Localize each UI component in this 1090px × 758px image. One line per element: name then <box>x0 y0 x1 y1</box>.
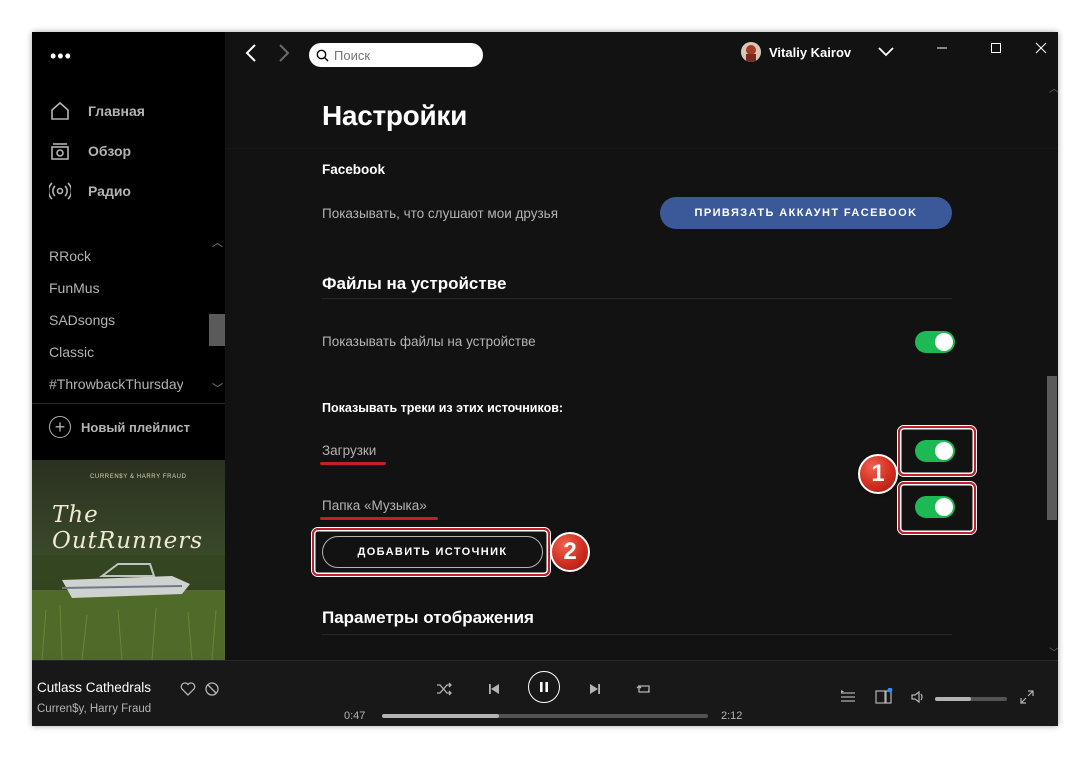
show-local-files-label: Показывать файлы на устройстве <box>322 334 536 349</box>
elapsed-time: 0:47 <box>344 710 366 722</box>
playlist-item[interactable]: SADsongs <box>49 312 189 328</box>
sidebar-item-label: Главная <box>88 103 145 119</box>
app-window: ••• Главная Обзор Радио ︿ RRock FunMus S… <box>32 32 1058 726</box>
search-input[interactable] <box>334 47 474 63</box>
player-bar: Cutlass Cathedrals Curren$y, Harry Fraud… <box>32 660 1058 726</box>
chevron-down-icon[interactable] <box>877 45 895 63</box>
divider <box>32 403 225 404</box>
chevron-up-icon[interactable]: ︿ <box>212 234 223 250</box>
forward-icon[interactable] <box>277 42 291 70</box>
source-downloads-label: Загрузки <box>322 443 377 458</box>
source-music-folder-toggle[interactable] <box>915 496 955 518</box>
home-icon <box>48 99 72 123</box>
radio-icon <box>48 179 72 203</box>
block-icon[interactable] <box>204 681 220 697</box>
next-icon[interactable] <box>588 682 602 696</box>
playlist-item-label: #ThrowbackThursday <box>49 376 183 392</box>
track-artist[interactable]: Curren$y, Harry Fraud <box>37 703 151 715</box>
playlist-item[interactable]: Classic <box>49 344 189 360</box>
add-source-button[interactable]: ДОБАВИТЬ ИСТОЧНИК <box>322 536 543 568</box>
playlist-item[interactable]: RRock <box>49 248 189 264</box>
divider <box>322 298 952 299</box>
plus-icon: + <box>49 416 71 438</box>
annotation-underline <box>320 462 386 465</box>
album-credit: CURREN$Y & HARRY FRAUD <box>90 474 187 480</box>
chevron-down-icon[interactable]: ﹀ <box>212 380 223 396</box>
local-files-section-title: Файлы на устройстве <box>322 274 507 293</box>
source-music-folder-label: Папка «Музыка» <box>322 498 427 513</box>
divider <box>225 148 1058 149</box>
fullscreen-icon[interactable] <box>1020 690 1034 704</box>
search-icon <box>316 49 329 62</box>
pause-button[interactable] <box>528 671 560 703</box>
sidebar: ••• Главная Обзор Радио ︿ RRock FunMus S… <box>32 32 225 660</box>
volume-slider[interactable] <box>935 697 1007 701</box>
annotation-underline <box>320 517 438 520</box>
playlist-item[interactable]: #ThrowbackThursday <box>49 376 183 392</box>
toggle-knob <box>935 498 953 516</box>
sidebar-item-label: Обзор <box>88 143 132 159</box>
repeat-icon[interactable] <box>636 682 652 696</box>
display-section-title: Параметры отображения <box>322 608 534 627</box>
new-playlist-button[interactable]: + Новый плейлист <box>49 416 190 438</box>
shuffle-icon[interactable] <box>436 682 452 696</box>
toggle-knob <box>935 442 953 460</box>
browse-icon <box>48 139 72 163</box>
volume-icon[interactable] <box>910 690 926 704</box>
album-cover[interactable]: CURREN$Y & HARRY FRAUD The OutRunners <box>32 460 225 660</box>
show-local-files-toggle[interactable] <box>915 331 955 353</box>
divider <box>322 634 952 635</box>
track-title[interactable]: Cutlass Cathedrals <box>37 680 151 695</box>
album-cover-art <box>32 460 225 660</box>
queue-icon[interactable] <box>840 690 856 704</box>
playlist-item[interactable]: FunMus <box>49 280 189 296</box>
settings-scrollbar[interactable] <box>1047 376 1057 520</box>
sidebar-item-browse[interactable]: Обзор <box>48 137 131 165</box>
more-menu-icon[interactable]: ••• <box>50 47 72 65</box>
sidebar-item-label: Радио <box>88 183 131 199</box>
annotation-badge: 2 <box>550 532 590 572</box>
close-icon[interactable] <box>1026 38 1056 58</box>
chevron-up-icon[interactable]: ︿ <box>1049 80 1058 95</box>
sidebar-item-home[interactable]: Главная <box>48 97 145 125</box>
playlist-scrollbar[interactable] <box>209 314 225 346</box>
sidebar-item-radio[interactable]: Радио <box>48 177 131 205</box>
chevron-down-icon[interactable]: ﹀ <box>1049 644 1058 659</box>
sources-heading: Показывать треки из этих источников: <box>322 401 564 415</box>
back-icon[interactable] <box>244 42 258 70</box>
previous-icon[interactable] <box>487 682 501 696</box>
devices-icon[interactable] <box>875 688 893 704</box>
facebook-section-label: Facebook <box>322 162 386 177</box>
volume-fill <box>935 697 971 701</box>
source-downloads-toggle[interactable] <box>915 440 955 462</box>
maximize-icon[interactable] <box>981 38 1011 58</box>
heart-icon[interactable] <box>180 681 196 697</box>
page-title: Настройки <box>322 100 468 131</box>
progress-fill <box>382 714 500 718</box>
toggle-knob <box>935 333 953 351</box>
duration-time: 2:12 <box>721 710 743 722</box>
search-box[interactable] <box>309 43 483 67</box>
facebook-friends-label: Показывать, что слушают мои друзья <box>322 206 559 221</box>
album-title-art: The OutRunners <box>52 502 204 554</box>
new-playlist-label: Новый плейлист <box>81 419 191 435</box>
connect-facebook-button[interactable]: ПРИВЯЗАТЬ АККАУНТ FACEBOOK <box>660 197 952 229</box>
annotation-badge: 1 <box>858 454 898 494</box>
user-name: Vitaliy Kairov <box>769 44 852 60</box>
progress-bar[interactable] <box>382 714 708 718</box>
avatar <box>741 42 761 62</box>
user-menu[interactable]: Vitaliy Kairov <box>741 42 851 62</box>
pause-icon <box>540 682 548 692</box>
minimize-icon[interactable] <box>927 38 957 58</box>
